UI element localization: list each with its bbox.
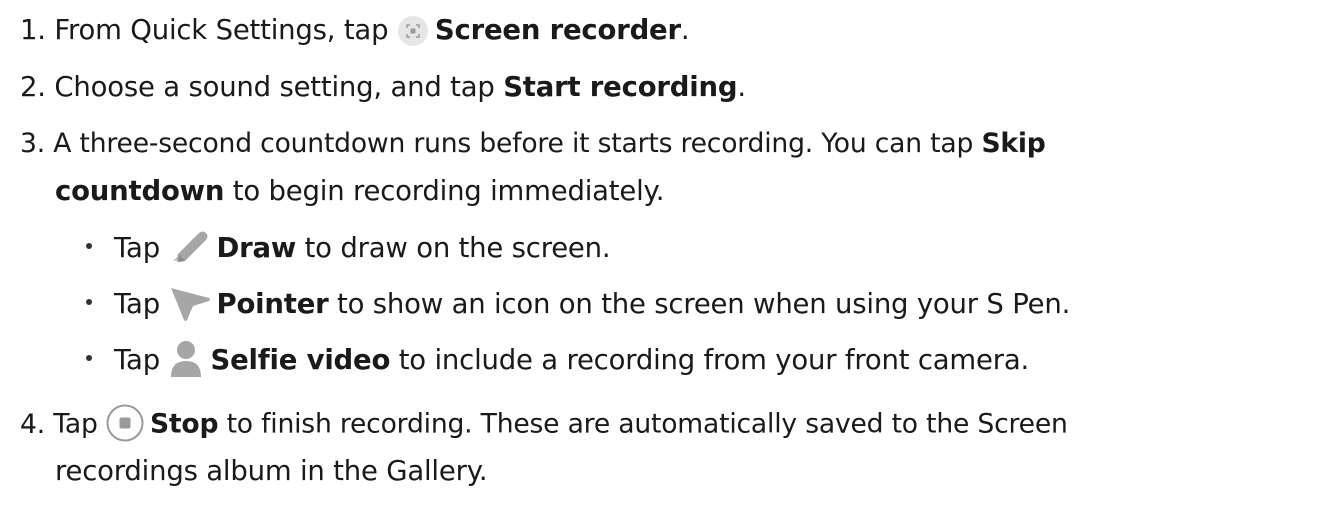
step-text: recordings album in the Gallery.: [55, 455, 488, 487]
step-text: Tap: [53, 408, 106, 440]
screen-recorder-icon: [397, 15, 429, 47]
bold-term: Stop: [149, 408, 219, 440]
step-text: to begin recording immediately.: [224, 175, 665, 207]
step-text-end: .: [737, 71, 746, 103]
person-selfie-icon: [169, 340, 203, 378]
step-number: 4.: [20, 408, 45, 440]
bullet-draw: Tap Draw to draw on the screen.: [86, 227, 611, 267]
bullet-pointer: Tap Pointer to show an icon on the scree…: [86, 286, 1070, 324]
step-3-continuation: countdown to begin recording immediately…: [55, 173, 664, 209]
bold-term: Screen recorder: [434, 14, 681, 46]
step-text-end: .: [680, 14, 690, 46]
bold-term: Start recording: [503, 71, 738, 103]
bold-term: Skip: [981, 128, 1046, 159]
bullet-dot: [86, 299, 92, 305]
pencil-draw-icon: [169, 227, 213, 263]
bullet-prefix: Tap: [114, 232, 169, 264]
bold-term: countdown: [55, 175, 225, 207]
bullet-prefix: Tap: [114, 288, 169, 320]
bullet-text: to draw on the screen.: [296, 232, 611, 264]
bullet-dot: [86, 243, 92, 249]
bold-term: Selfie video: [210, 344, 391, 376]
step-number: 2.: [20, 71, 46, 103]
step-text: From Quick Settings, tap: [54, 14, 397, 46]
bold-term: Pointer: [216, 288, 329, 320]
bullet-dot: [86, 355, 92, 361]
step-4: 4. Tap Stop to finish recording. These a…: [20, 404, 1068, 444]
step-2: 2. Choose a sound setting, and tap Start…: [20, 69, 746, 105]
step-number: 1.: [20, 14, 46, 46]
bullet-prefix: Tap: [114, 344, 169, 376]
bullet-text: to include a recording from your front c…: [390, 344, 1030, 376]
step-1: 1. From Quick Settings, tap Screen recor…: [20, 12, 690, 48]
stop-icon: [106, 404, 144, 442]
step-text: A three-second countdown runs before it …: [53, 128, 982, 159]
bullet-selfie: Tap Selfie video to include a recording …: [86, 340, 1030, 380]
instructions-document: 1. From Quick Settings, tap Screen recor…: [0, 0, 1338, 523]
step-3: 3. A three-second countdown runs before …: [20, 126, 1046, 162]
pointer-icon: [169, 284, 211, 322]
bullet-text: to show an icon on the screen when using…: [328, 288, 1071, 320]
step-4-continuation: recordings album in the Gallery.: [55, 453, 488, 489]
bold-term: Draw: [216, 232, 297, 264]
step-text: Choose a sound setting, and tap: [54, 71, 504, 103]
step-number: 3.: [20, 128, 45, 159]
step-text: to finish recording. These are automatic…: [218, 408, 1068, 440]
